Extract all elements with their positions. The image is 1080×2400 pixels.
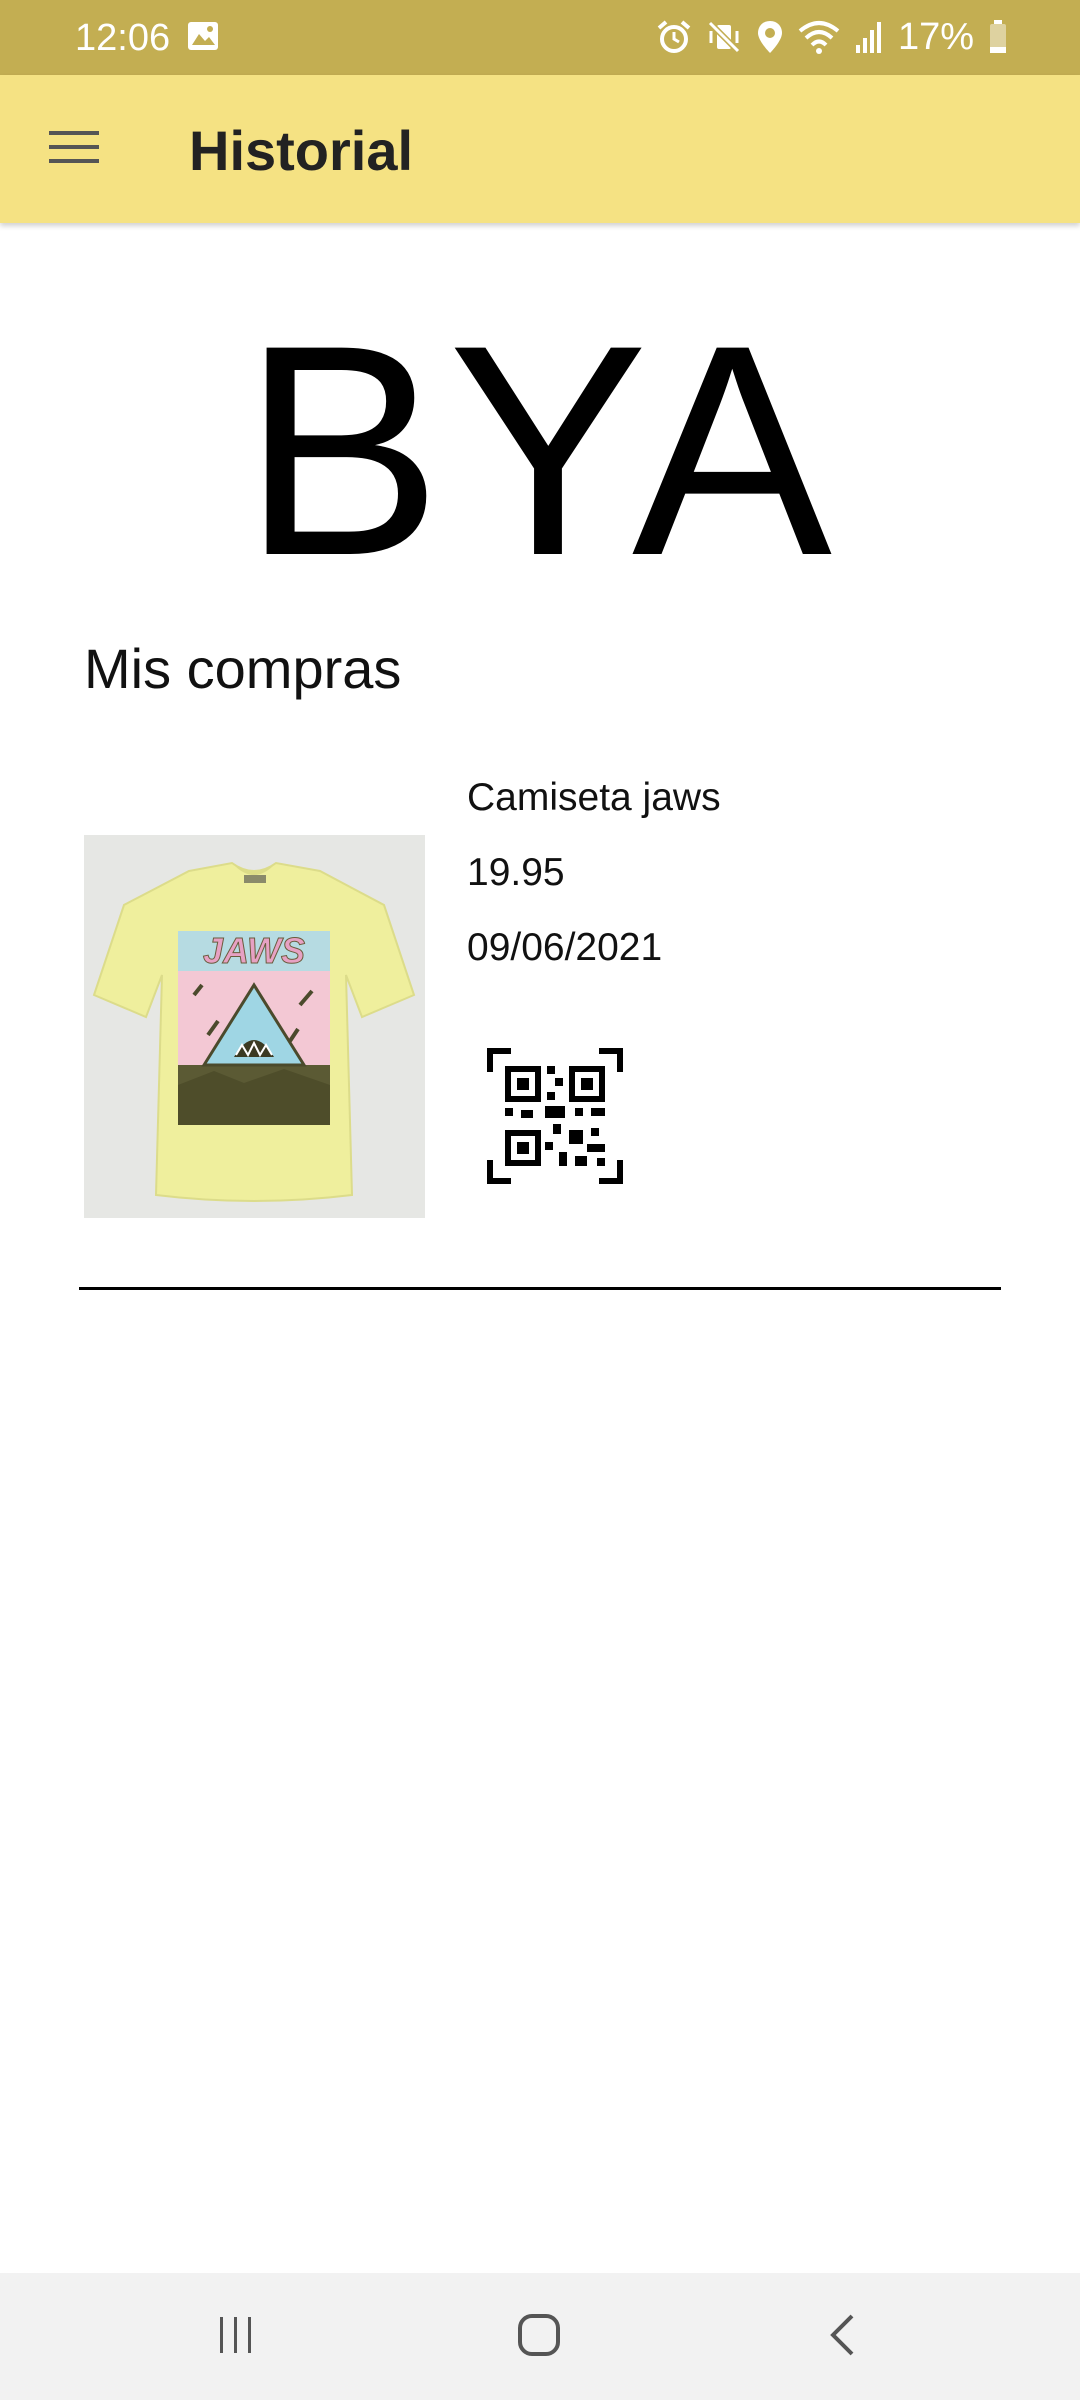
app-bar: Historial [0,75,1080,223]
item-price: 19.95 [467,851,565,894]
item-name: Camiseta jaws [467,776,721,819]
hamburger-menu-icon [49,129,99,170]
page-title: Historial [189,119,414,182]
qr-code-icon[interactable] [487,1048,623,1184]
recents-button[interactable] [181,2295,291,2379]
brand-logo-text: BYA [241,282,839,618]
vibrate-mute-icon [706,19,742,55]
battery-percent: 17% [897,16,974,58]
wifi-icon [798,19,840,55]
menu-button[interactable] [34,109,114,189]
tshirt-image: JAWS [84,835,425,1218]
status-bar: 12:06 17% [0,0,1080,75]
svg-text:JAWS: JAWS [203,930,305,971]
status-icons: 17% [656,14,1008,60]
product-image: JAWS [84,835,425,1218]
battery-icon [988,19,1008,55]
alarm-icon [656,19,692,55]
item-date: 09/06/2021 [467,926,663,969]
back-icon [828,2313,856,2362]
recents-icon [216,2315,256,2360]
system-nav-bar [0,2273,1080,2400]
purchase-item: JAWS Camiseta jaws 19.95 09/06/2021 [84,760,1004,1230]
home-button[interactable] [484,2295,594,2379]
image-icon [186,20,220,57]
divider [79,1287,1001,1290]
location-icon [756,19,784,55]
section-title: Mis compras [84,637,402,700]
home-icon [517,2313,561,2362]
status-time: 12:06 [75,17,171,59]
signal-icon [854,19,884,55]
back-button[interactable] [787,2295,897,2379]
